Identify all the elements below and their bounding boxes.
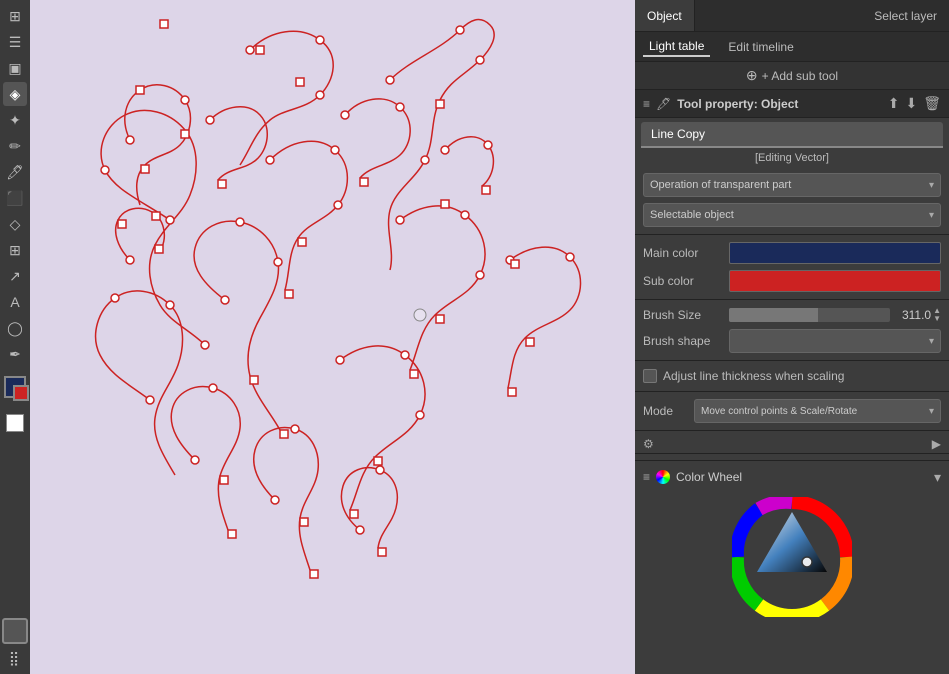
tool-property-title: Tool property: Object: [677, 97, 798, 111]
mode-value: Move control points & Scale/Rotate: [701, 406, 857, 417]
left-toolbar: ⊞ ☰ ▣ ◈ ✦ ✏ 🖊 ⬛ ◇ ⊞ ↗ A ◯ ✒ ⣿: [0, 0, 30, 674]
spin-down[interactable]: ▼: [933, 315, 941, 323]
export-icon[interactable]: ⬆: [888, 95, 900, 112]
adjust-line-checkbox[interactable]: [643, 369, 657, 383]
tool-property-icon: 🖊: [656, 97, 671, 111]
tool-vector[interactable]: ✒: [3, 342, 27, 366]
main-color-row: Main color: [635, 239, 949, 267]
mode-dropdown[interactable]: Move control points & Scale/Rotate ▾: [694, 399, 941, 423]
settings-icon[interactable]: ⚙: [643, 437, 654, 451]
color-wheel-expand-icon[interactable]: ▾: [934, 469, 941, 486]
import-icon[interactable]: ⬇: [905, 95, 917, 112]
adjust-line-row: Adjust line thickness when scaling: [635, 365, 949, 387]
dropdown-arrow-brush: ▾: [929, 336, 934, 347]
selectable-dropdown[interactable]: Selectable object ▾: [643, 203, 941, 227]
dropdown-arrow-selectable: ▾: [929, 210, 934, 221]
edit-timeline-label: Edit timeline: [728, 40, 793, 54]
active-color-indicator[interactable]: [2, 618, 28, 644]
mode-label: Mode: [643, 404, 688, 418]
color-wheel-icon: [656, 470, 670, 484]
editing-vector-label: [Editing Vector]: [635, 148, 949, 170]
divider-1: [635, 234, 949, 235]
dropdown-arrow-operation: ▾: [929, 180, 934, 191]
color-wheel-section: ≡ Color Wheel ▾: [635, 460, 949, 625]
sub-color-row: Sub color: [635, 267, 949, 295]
main-color-swatch[interactable]: [729, 242, 941, 264]
tab-object[interactable]: Object: [635, 0, 695, 31]
operation-row: Operation of transparent part ▾: [635, 170, 949, 200]
tool-add[interactable]: ✦: [3, 108, 27, 132]
add-sub-tool-button[interactable]: ⊕ + Add sub tool: [635, 62, 949, 90]
menu-icon: ≡: [643, 470, 650, 484]
tab-select-layer[interactable]: Select layer: [862, 0, 949, 31]
selectable-label: Selectable object: [650, 209, 734, 221]
tool-layers[interactable]: ☰: [3, 30, 27, 54]
settings-row: ⚙ ▶: [635, 435, 949, 454]
line-copy-tab[interactable]: Line Copy: [641, 122, 943, 148]
right-panel: Object Select layer Light table Edit tim…: [635, 0, 949, 674]
sub-color-swatch[interactable]: [13, 385, 29, 401]
top-tabs: Object Select layer: [635, 0, 949, 32]
header-actions: ⬆ ⬇ 🗑: [888, 95, 941, 112]
color-wheel-svg[interactable]: [732, 497, 852, 617]
tool-move[interactable]: ↗: [3, 264, 27, 288]
mode-row: Mode Move control points & Scale/Rotate …: [635, 396, 949, 426]
transparent-swatch[interactable]: [6, 414, 24, 432]
main-color-swatch[interactable]: [4, 376, 26, 398]
brush-size-label: Brush Size: [643, 308, 723, 322]
second-tabs: Light table Edit timeline: [635, 32, 949, 62]
canvas-area: ⊞ ☰ ▣ ◈ ✦ ✏ 🖊 ⬛ ◇ ⊞ ↗ A ◯ ✒ ⣿: [0, 0, 635, 674]
canvas-drawing: [30, 0, 605, 674]
color-wheel-header: ≡ Color Wheel ▾: [635, 465, 949, 489]
divider-2: [635, 299, 949, 300]
brush-shape-dropdown[interactable]: ▾: [729, 329, 941, 353]
operation-dropdown[interactable]: Operation of transparent part ▾: [643, 173, 941, 197]
tool-grid[interactable]: ⊞: [3, 238, 27, 262]
divider-3: [635, 360, 949, 361]
tool-camera[interactable]: ▣: [3, 56, 27, 80]
tool-pen[interactable]: ✏: [3, 134, 27, 158]
pattern-icon[interactable]: ⣿: [2, 646, 26, 670]
tab-light-table[interactable]: Light table: [643, 37, 710, 57]
brush-shape-row: Brush shape ▾: [635, 326, 949, 356]
brush-size-slider[interactable]: [729, 308, 890, 322]
operation-label: Operation of transparent part: [650, 179, 791, 191]
trash-icon[interactable]: 🗑: [923, 95, 941, 112]
add-sub-tool-label: + Add sub tool: [762, 69, 838, 83]
tool-property-header: ≡ 🖊 Tool property: Object ⬆ ⬇ 🗑: [635, 90, 949, 118]
tool-brush[interactable]: 🖊: [3, 160, 27, 184]
brush-size-spinner[interactable]: ▲ ▼: [933, 307, 941, 323]
plus-icon: ⊕: [746, 67, 758, 84]
adjust-line-label: Adjust line thickness when scaling: [663, 369, 844, 383]
brush-size-value-wrap: 311.0 ▲ ▼: [896, 307, 941, 323]
tool-text[interactable]: A: [3, 290, 27, 314]
brush-size-row: Brush Size 311.0 ▲ ▼: [635, 304, 949, 326]
tab-edit-timeline[interactable]: Edit timeline: [722, 38, 799, 56]
tool-fill[interactable]: ⬛: [3, 186, 27, 210]
tool-ellipse[interactable]: ◯: [3, 316, 27, 340]
tool-property-panel: ≡ 🖊 Tool property: Object ⬆ ⬇ 🗑 Line Cop…: [635, 90, 949, 674]
divider-4: [635, 391, 949, 392]
sub-color-swatch[interactable]: [729, 270, 941, 292]
sub-color-label: Sub color: [643, 274, 723, 288]
expand-icon[interactable]: ▶: [932, 437, 941, 451]
tool-paint[interactable]: ◈: [3, 82, 27, 106]
tab-object-label: Object: [647, 9, 682, 23]
selectable-row: Selectable object ▾: [635, 200, 949, 230]
dropdown-arrow-mode: ▾: [929, 406, 934, 417]
light-table-label: Light table: [649, 39, 704, 53]
line-copy-label: Line Copy: [651, 127, 705, 141]
color-wheel-label: Color Wheel: [676, 470, 742, 484]
color-wheel-canvas: [635, 489, 949, 625]
tab-select-layer-label: Select layer: [874, 9, 937, 23]
tool-select[interactable]: ⊞: [3, 4, 27, 28]
main-color-label: Main color: [643, 246, 723, 260]
tool-shape[interactable]: ◇: [3, 212, 27, 236]
brush-shape-label: Brush shape: [643, 334, 723, 348]
hamburger-icon: ≡: [643, 97, 650, 111]
divider-5: [635, 430, 949, 431]
brush-size-number: 311.0: [902, 308, 931, 322]
